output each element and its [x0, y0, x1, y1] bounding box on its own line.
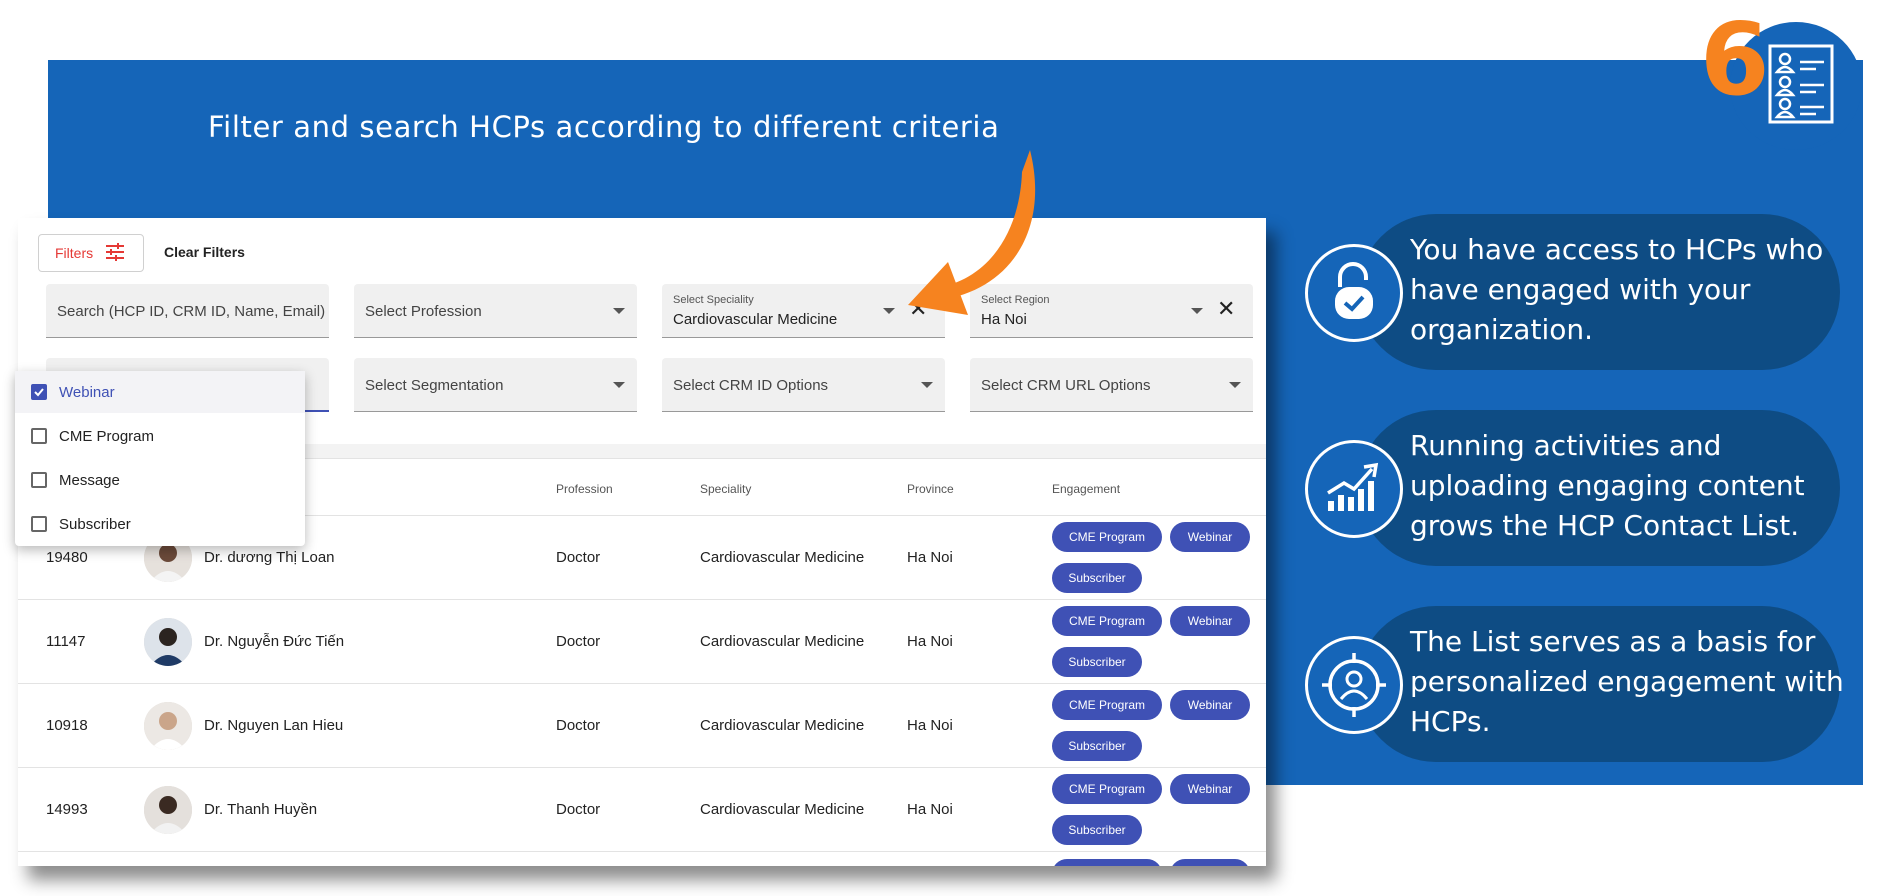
- pointer-arrow: [908, 150, 1036, 315]
